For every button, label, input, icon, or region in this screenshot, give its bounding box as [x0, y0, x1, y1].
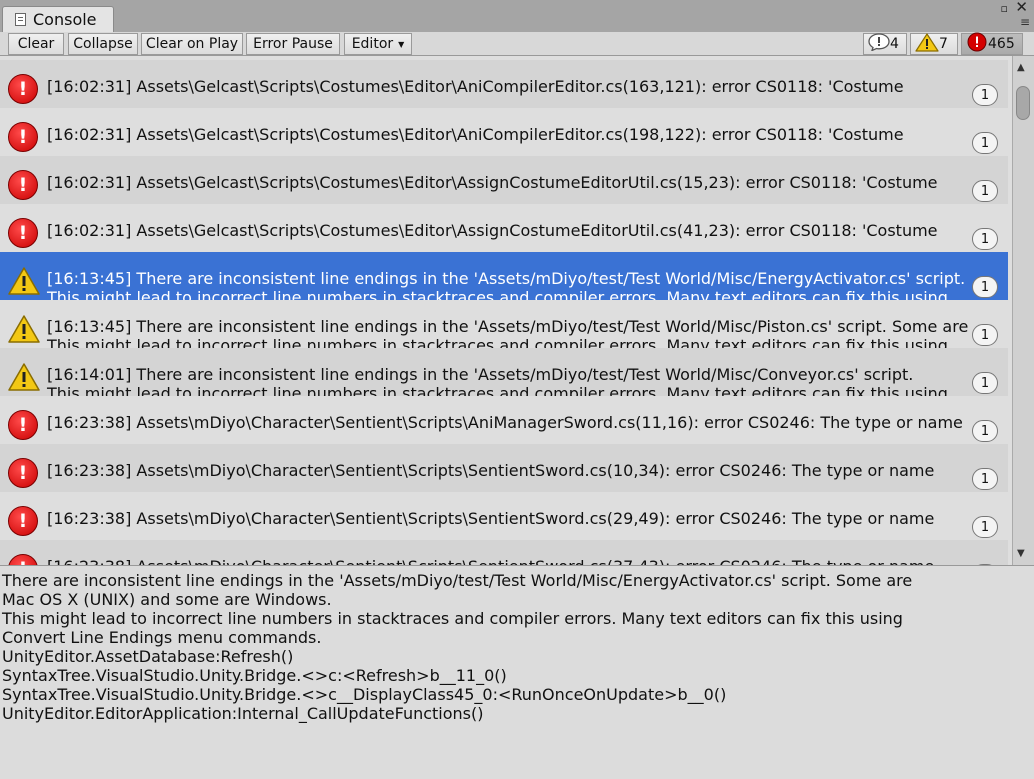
log-message-line: [16:02:31] Assets\Gelcast\Scripts\Costum…	[47, 77, 904, 96]
log-message-line: [16:13:45] There are inconsistent line e…	[47, 269, 966, 288]
log-message-line: [16:02:31] Assets\Gelcast\Scripts\Costum…	[47, 221, 938, 240]
error-icon: !	[8, 458, 38, 488]
collapse-button[interactable]: Collapse	[68, 33, 138, 55]
error-icon: !	[8, 170, 38, 200]
log-message-line: This might lead to incorrect line number…	[47, 384, 948, 396]
log-row[interactable]: ! [16:02:31] Assets\Gelcast\Scripts\Costu…	[0, 60, 1008, 108]
scroll-up-icon[interactable]: ▲	[1017, 62, 1025, 73]
error-icon: !	[8, 506, 38, 536]
log-scrollbar[interactable]: ▲ ▼	[1012, 56, 1034, 565]
log-message: [16:02:31] Assets\Gelcast\Scripts\Costum…	[47, 77, 1008, 96]
warning-icon	[8, 362, 40, 396]
detail-line: SyntaxTree.VisualStudio.Unity.Bridge.<>c…	[2, 685, 727, 704]
error-icon: !	[8, 410, 38, 440]
log-message-line: [16:02:31] Assets\Gelcast\Scripts\Costum…	[47, 125, 904, 144]
log-row[interactable]: ! [16:23:38] Assets\mDiyo\Character\Senti…	[0, 540, 1008, 565]
log-message: [16:23:38] Assets\mDiyo\Character\Sentie…	[47, 413, 1008, 432]
detail-line: UnityEditor.EditorApplication:Internal_C…	[2, 704, 484, 723]
log-message-line: This might lead to incorrect line number…	[47, 288, 948, 300]
log-count-badge: 1	[972, 468, 998, 490]
log-message-line: [16:23:38] Assets\mDiyo\Character\Sentie…	[47, 557, 934, 565]
error-icon: !	[8, 554, 38, 565]
log-message-line: This might lead to incorrect line number…	[47, 336, 948, 348]
log-message: [16:23:38] Assets\mDiyo\Character\Sentie…	[47, 461, 1008, 480]
log-row[interactable]: ! [16:23:38] Assets\mDiyo\Character\Senti…	[0, 444, 1008, 492]
log-count-badge: 1	[972, 276, 998, 298]
log-count-badge: 1	[972, 516, 998, 538]
log-message: [16:23:38] Assets\mDiyo\Character\Sentie…	[47, 509, 1008, 528]
info-count-toggle[interactable]: 4	[863, 33, 907, 55]
detail-line: Mac OS X (UNIX) and some are Windows.	[2, 590, 332, 609]
warning-icon	[8, 314, 40, 348]
log-list[interactable]: ! [16:02:31] Assets\Gelcast\Scripts\Costu…	[0, 56, 1012, 565]
editor-dropdown[interactable]: Editor ▼	[344, 33, 412, 55]
log-message-line: [16:23:38] Assets\mDiyo\Character\Sentie…	[47, 413, 963, 432]
info-icon	[868, 33, 890, 55]
window-controls: ▫ ✕ ≡	[998, 0, 1030, 30]
log-count-badge: 1	[972, 132, 998, 154]
detail-line: SyntaxTree.VisualStudio.Unity.Bridge.<>c…	[2, 666, 507, 685]
log-row[interactable]: ! [16:23:38] Assets\mDiyo\Character\Senti…	[0, 396, 1008, 444]
log-row[interactable]: ! [16:02:31] Assets\Gelcast\Scripts\Costu…	[0, 204, 1008, 252]
log-row[interactable]: [16:13:45] There are inconsistent line e…	[0, 300, 1008, 348]
warning-icon	[8, 266, 40, 300]
error-icon: !	[8, 218, 38, 248]
log-message-line: [16:14:01] There are inconsistent line e…	[47, 365, 914, 384]
log-message-line: [16:02:31] Assets\Gelcast\Scripts\Costum…	[47, 173, 938, 192]
warning-count-toggle[interactable]: 7	[910, 32, 958, 56]
info-count: 4	[890, 36, 899, 52]
log-message-line: [16:23:38] Assets\mDiyo\Character\Sentie…	[47, 509, 935, 528]
detail-line: This might lead to incorrect line number…	[2, 609, 903, 628]
tab-label: Console	[33, 10, 97, 29]
message-detail-pane[interactable]: There are inconsistent line endings in t…	[0, 565, 1034, 779]
log-count-badge: 1	[972, 84, 998, 106]
maximize-icon[interactable]: ▫	[1001, 2, 1008, 15]
scroll-down-icon[interactable]: ▼	[1017, 548, 1025, 559]
log-message-line: [16:13:45] There are inconsistent line e…	[47, 317, 969, 336]
log-row[interactable]: [16:13:45] There are inconsistent line e…	[0, 252, 1008, 300]
tab-bar: Console ▫ ✕ ≡	[0, 0, 1034, 32]
log-message-line: [16:23:38] Assets\mDiyo\Character\Sentie…	[47, 461, 935, 480]
tab-console[interactable]: Console	[2, 6, 114, 32]
error-icon: !	[8, 74, 38, 104]
error-count-toggle[interactable]: 465	[961, 32, 1023, 56]
log-row[interactable]: ! [16:02:31] Assets\Gelcast\Scripts\Costu…	[0, 108, 1008, 156]
error-icon: !	[8, 122, 38, 152]
log-count-badge: 1	[972, 324, 998, 346]
warning-count: 7	[939, 36, 948, 52]
log-count-badge: 1	[972, 372, 998, 394]
log-row[interactable]: ! [16:02:31] Assets\Gelcast\Scripts\Costu…	[0, 156, 1008, 204]
log-count-badge: 1	[972, 228, 998, 250]
error-icon	[966, 32, 988, 56]
log-row[interactable]: [16:14:01] There are inconsistent line e…	[0, 348, 1008, 396]
log-message: [16:02:31] Assets\Gelcast\Scripts\Costum…	[47, 173, 1008, 192]
error-pause-button[interactable]: Error Pause	[246, 33, 340, 55]
log-row[interactable]: ! [16:23:38] Assets\mDiyo\Character\Senti…	[0, 492, 1008, 540]
log-count-badge: 1	[972, 180, 998, 202]
close-icon[interactable]: ✕	[1015, 0, 1028, 16]
detail-line: Convert Line Endings menu commands.	[2, 628, 322, 647]
console-icon	[15, 13, 26, 26]
detail-line: There are inconsistent line endings in t…	[2, 571, 913, 590]
log-count-badge: 1	[972, 420, 998, 442]
scrollbar-thumb[interactable]	[1016, 86, 1030, 120]
log-message: [16:23:38] Assets\mDiyo\Character\Sentie…	[47, 557, 1008, 565]
clear-on-play-button[interactable]: Clear on Play	[141, 33, 243, 55]
log-message: [16:02:31] Assets\Gelcast\Scripts\Costum…	[47, 125, 1008, 144]
log-message: [16:13:45] There are inconsistent line e…	[47, 269, 1008, 300]
detail-line: UnityEditor.AssetDatabase:Refresh()	[2, 647, 294, 666]
clear-button[interactable]: Clear	[8, 33, 64, 55]
menu-icon[interactable]: ≡	[1020, 15, 1030, 29]
warning-icon	[915, 32, 939, 56]
toolbar: Clear Collapse Clear on Play Error Pause…	[0, 32, 1034, 56]
editor-dropdown-label: Editor	[351, 36, 394, 52]
log-message: [16:02:31] Assets\Gelcast\Scripts\Costum…	[47, 221, 1008, 240]
chevron-down-icon: ▼	[398, 39, 405, 49]
log-message: [16:13:45] There are inconsistent line e…	[47, 317, 1008, 348]
log-message: [16:14:01] There are inconsistent line e…	[47, 365, 1008, 396]
error-count: 465	[988, 36, 1015, 52]
